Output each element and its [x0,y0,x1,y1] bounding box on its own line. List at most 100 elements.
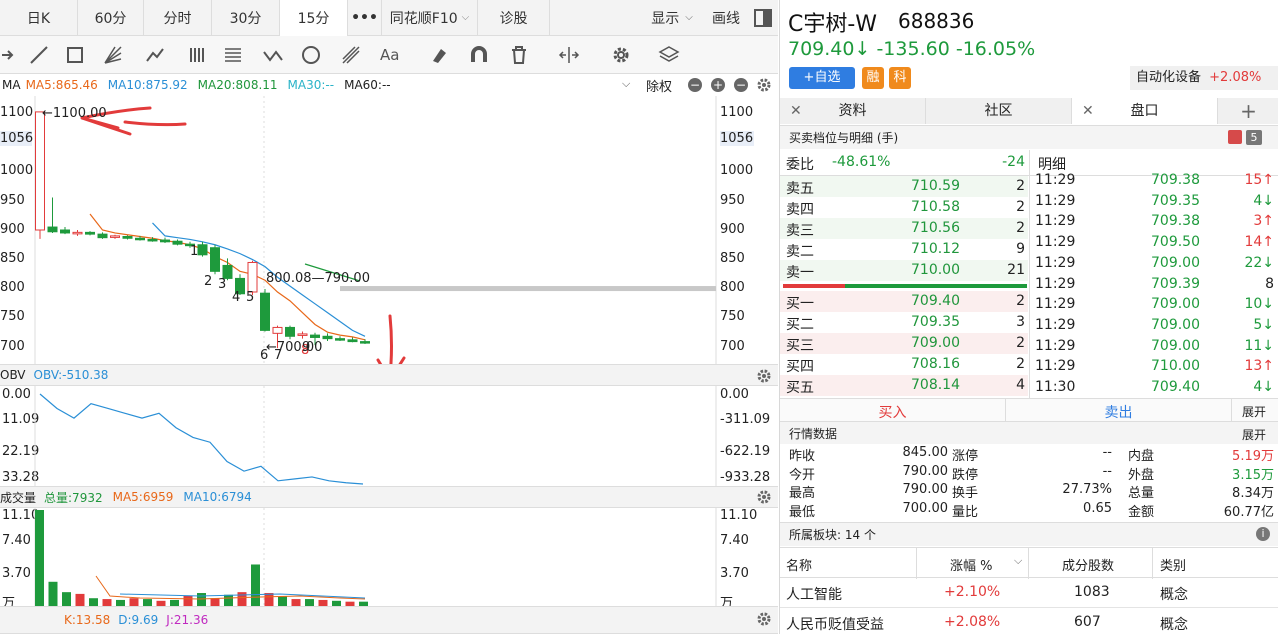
sector-name: 自动化设备 [1136,70,1202,85]
bid-level[interactable]: 买三 709.00 2 [780,333,1028,354]
pitchfork-tool-icon[interactable] [340,44,362,66]
add-watchlist-button[interactable]: +自选 [789,67,855,89]
tab-intraday[interactable]: 分时 [144,0,212,36]
sector-row[interactable]: 人民币贬值受益 +2.08% 607 概念 [780,608,1278,634]
info-icon[interactable]: i [1256,527,1270,541]
ask-level[interactable]: 卖四 710.58 2 [780,197,1028,218]
sector-tag[interactable]: 自动化设备 +2.08% [1130,66,1278,90]
col-name[interactable]: 名称 [786,555,812,574]
fq-label[interactable]: 除权 [646,76,672,95]
add-tab-button[interactable]: + [1218,98,1278,124]
fib-tool-icon[interactable] [222,44,244,66]
tab-60min[interactable]: 60分 [78,0,144,36]
expand-button[interactable]: 展开 [1242,403,1266,420]
wave-count-label: 4 [232,290,241,305]
bid-level[interactable]: 买五 708.14 4 [780,375,1028,396]
level-volume: 2 [1016,199,1025,215]
sector-row[interactable]: 人工智能 +2.10% 1083 概念 [780,578,1278,608]
draw-line-button[interactable]: 画线 [704,0,748,36]
sector-count-cell: 1083 [1074,584,1110,600]
ratio-bar-fill [783,284,845,288]
close-icon[interactable]: ✕ [790,98,802,124]
candle-body [147,238,158,242]
candle-body [122,235,133,239]
display-menu[interactable]: 显示 ⌵ [640,0,704,36]
candle-body [297,333,308,336]
tab-30min[interactable]: 30分 [212,0,280,36]
depth-badge[interactable]: 5 [1246,130,1262,145]
ask-level[interactable]: 卖一 710.00 21 [780,260,1028,281]
split-icon[interactable] [558,44,580,66]
bid-level[interactable]: 买四 708.16 2 [780,354,1028,375]
gear-icon[interactable] [756,77,772,93]
candle-body [247,261,258,293]
candle-body [335,338,345,341]
magnet-icon[interactable] [468,44,490,66]
tab-orderbook-label: 盘口 [1130,103,1159,119]
minus-icon[interactable]: − [688,78,702,92]
tab-15min[interactable]: 15分 [280,0,348,36]
col-type[interactable]: 类别 [1160,555,1186,574]
fan-tool-icon[interactable] [102,44,124,66]
cycle-tool-icon[interactable] [300,44,322,66]
zigzag-tool-icon[interactable] [262,44,284,66]
text-tool-icon[interactable]: Aa [380,44,402,66]
level-price: 710.58 [911,199,960,215]
gear-icon[interactable] [756,368,772,384]
level-label: 卖五 [786,181,814,197]
sector-count: 所属板块: 14 个 [789,528,876,542]
ma60-value: MA60:-- [344,78,391,92]
sector-table-head: 名称 涨幅 % ⌵ 成分股数 类别 [780,547,1278,579]
wave-tool-icon[interactable] [144,44,166,66]
chevron-down-icon[interactable]: ⌵ [1014,554,1022,568]
sell-button[interactable]: 卖出 [1006,402,1231,422]
margin-badge[interactable]: 融 [862,67,884,89]
ask-level[interactable]: 卖二 710.12 9 [780,239,1028,260]
layers-icon[interactable] [658,44,680,66]
market-value: 845.00 [902,445,949,460]
line-tool-icon[interactable] [28,44,50,66]
bid-level[interactable]: 买二 709.35 3 [780,312,1028,333]
market-value: 27.73% [1062,482,1112,497]
market-label: 金额 [1128,504,1155,520]
chevron-down-icon[interactable]: ⌵ [622,77,630,91]
tab-f10[interactable]: 同花顺F10 ⌵ [382,0,478,36]
close-icon[interactable]: ✕ [1082,98,1094,124]
bid-level[interactable]: 买一 709.40 2 [780,291,1028,312]
tab-daily-k[interactable]: 日K [0,0,78,36]
tick-time: 11:29 [1035,192,1076,209]
market-label: 换手 [952,486,979,501]
candle-body [347,339,358,343]
gear-icon[interactable] [756,611,772,627]
rectangle-tool-icon[interactable] [64,44,86,66]
market-label: 内盘 [1128,449,1155,464]
ask-level[interactable]: 卖五 710.59 2 [780,176,1028,197]
col-pct[interactable]: 涨幅 % [950,555,993,574]
market-expand-button[interactable]: 展开 [1242,426,1266,443]
star-market-badge[interactable]: 科 [889,67,911,89]
tab-diagnose[interactable]: 诊股 [478,0,550,36]
tab-community[interactable]: 社区 [926,98,1072,124]
buy-button[interactable]: 买入 [780,402,1005,422]
plus-icon[interactable]: + [711,78,725,92]
col-count[interactable]: 成分股数 [1062,555,1114,574]
parallel-tool-icon[interactable] [186,44,208,66]
settings-icon[interactable] [610,44,632,66]
market-label: 昨收 [789,449,816,464]
more-tabs-button[interactable]: ••• [348,0,382,36]
tab-profile[interactable]: ✕ 资料 [780,98,926,124]
volume-chart [34,508,717,606]
panel-toggle-icon[interactable] [748,0,778,36]
eraser-icon[interactable] [428,44,450,66]
level-price: 708.16 [911,356,960,372]
trash-icon[interactable] [508,44,530,66]
arrow-tool-icon[interactable] [0,44,22,66]
tab-orderbook[interactable]: ✕ 盘口 [1072,98,1218,124]
gear-icon[interactable] [756,489,772,505]
chevron-down-icon: ⌵ [461,12,470,23]
market-value: 790.00 [902,482,949,497]
close-circle-icon[interactable]: − [734,78,748,92]
ask-level[interactable]: 卖三 710.56 2 [780,218,1028,239]
calc-icon[interactable] [1228,130,1242,144]
obv-line [39,393,364,485]
